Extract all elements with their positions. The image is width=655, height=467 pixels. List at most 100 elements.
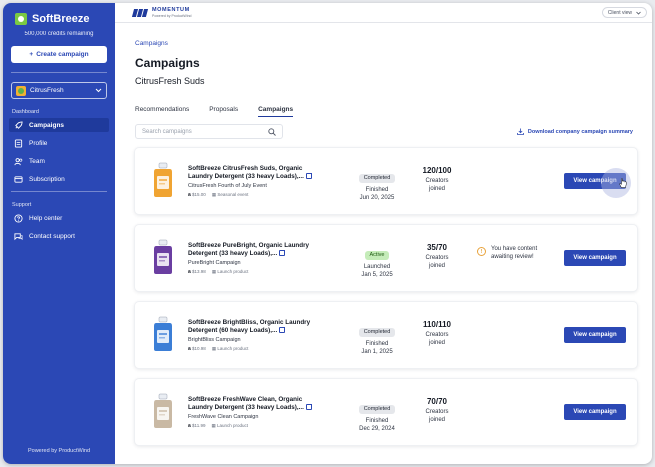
- creators-label: Creators joined: [425, 178, 449, 192]
- external-link-icon[interactable]: [279, 250, 286, 257]
- campaign-type: Launch product: [217, 269, 249, 275]
- campaign-type: Launch product: [217, 346, 249, 352]
- brand-thumbnail: [16, 85, 26, 96]
- campaign-card: SoftBreeze CitrusFresh Suds, Organic Lau…: [135, 148, 637, 214]
- campaign-status: Completed Finished Jun 20, 2025: [352, 166, 402, 203]
- product-name-text: SoftBreeze FreshWave Clean, Organic Laun…: [188, 396, 304, 412]
- tab-campaigns[interactable]: Campaigns: [258, 106, 294, 117]
- creators-label: Creators joined: [425, 332, 449, 346]
- sidebar-item-help-center[interactable]: Help center: [9, 211, 109, 225]
- page-content: Campaigns Campaigns CitrusFresh Suds Rec…: [115, 40, 652, 445]
- status-badge: Completed: [358, 404, 396, 414]
- status-date: Finished Jan 1, 2025: [352, 341, 402, 357]
- warning-icon: !: [477, 247, 486, 256]
- momentum-logo[interactable]: MOMENTUM Powered by ProductWind: [131, 7, 192, 18]
- sidebar-item-label: Profile: [29, 139, 48, 147]
- download-summary-link[interactable]: Download company campaign summary: [516, 128, 633, 135]
- chat-icon: [14, 232, 23, 240]
- campaign-status: Active Launched Jan 5, 2025: [352, 243, 402, 280]
- breadcrumb[interactable]: Campaigns: [135, 40, 637, 47]
- sidebar-divider: [11, 72, 107, 73]
- view-campaign-button[interactable]: View campaign: [564, 404, 626, 420]
- campaign-status: Completed Finished Jan 1, 2025: [352, 320, 402, 357]
- card-icon: [14, 175, 23, 183]
- plus-icon: +: [29, 51, 34, 58]
- tab-proposals[interactable]: Proposals: [209, 106, 238, 117]
- team-icon: [14, 157, 23, 165]
- creators-ratio: 35/70: [426, 243, 448, 252]
- product-name[interactable]: SoftBreeze BrightBliss, Organic Laundry …: [188, 319, 318, 335]
- status-badge: Completed: [358, 173, 396, 183]
- brand-logo-icon: [15, 13, 27, 25]
- search-input[interactable]: Search campaigns: [135, 124, 283, 139]
- product-price: $11.99: [192, 423, 206, 429]
- review-notice-text: You have content awaiting review!: [491, 246, 538, 260]
- campaign-list: SoftBreeze CitrusFresh Suds, Organic Lau…: [135, 148, 637, 445]
- campaign-card: SoftBreeze BrightBliss, Organic Laundry …: [135, 302, 637, 368]
- amazon-icon: a: [188, 192, 191, 199]
- status-date: Launched Jan 5, 2025: [352, 264, 402, 280]
- amazon-icon: a: [188, 346, 191, 353]
- product-info: SoftBreeze PureBright, Organic Laundry D…: [188, 242, 318, 275]
- sidebar-item-profile[interactable]: Profile: [9, 136, 109, 150]
- campaign-type-icon: ▦: [211, 269, 217, 275]
- logo-name: MOMENTUM: [152, 7, 190, 13]
- product-meta: a $11.99 ▦ Launch product: [188, 423, 318, 429]
- sidebar-item-subscription[interactable]: Subscription: [9, 172, 109, 186]
- powered-by: Powered by ProductWind: [27, 448, 91, 454]
- brand-selector[interactable]: CitrusFresh: [11, 82, 107, 99]
- create-campaign-label: Create campaign: [36, 51, 89, 58]
- creators-count: 70/70 Creators joined: [420, 397, 454, 425]
- product-meta: a $13.98 ▦ Launch product: [188, 269, 318, 275]
- campaign-name: CitrusFresh Fourth of July Event: [188, 183, 267, 190]
- review-notice: ! You have content awaiting review!: [477, 246, 551, 262]
- creators-ratio: 110/110: [422, 320, 452, 329]
- sidebar-item-label: Campaigns: [29, 121, 65, 129]
- product-image: [154, 162, 172, 197]
- sidebar-item-campaigns[interactable]: Campaigns: [9, 118, 109, 132]
- product-meta: a $10.98 ▦ Launch product: [188, 346, 318, 352]
- creators-ratio: 120/100: [422, 166, 452, 175]
- brand-title: CitrusFresh Suds: [135, 76, 205, 86]
- product-info: SoftBreeze CitrusFresh Suds, Organic Lau…: [188, 165, 318, 198]
- campaign-type-icon: ▦: [211, 192, 217, 198]
- topbar: MOMENTUM Powered by ProductWind Client v…: [115, 3, 652, 23]
- tabs: Recommendations Proposals Campaigns: [135, 106, 637, 117]
- product-image: [154, 239, 172, 274]
- rocket-icon: [15, 120, 23, 129]
- product-image: [154, 316, 172, 351]
- product-name[interactable]: SoftBreeze CitrusFresh Suds, Organic Lau…: [188, 165, 318, 181]
- product-name[interactable]: SoftBreeze PureBright, Organic Laundry D…: [188, 242, 318, 258]
- create-campaign-button[interactable]: + Create campaign: [11, 46, 107, 63]
- chevron-down-icon: [636, 11, 641, 15]
- chevron-down-icon: [95, 88, 102, 93]
- product-name[interactable]: SoftBreeze FreshWave Clean, Organic Laun…: [188, 396, 318, 412]
- sidebar-nav: Campaigns Profile Team Subscription: [9, 118, 109, 186]
- sidebar-item-label: Subscription: [29, 175, 65, 183]
- product-name-text: SoftBreeze PureBright, Organic Laundry D…: [188, 242, 310, 258]
- status-date-value: Dec 29, 2024: [359, 425, 395, 432]
- external-link-icon[interactable]: [305, 173, 312, 180]
- client-view-dropdown[interactable]: Client view: [601, 7, 647, 18]
- sidebar-item-label: Contact support: [29, 232, 75, 240]
- status-badge: Completed: [358, 327, 396, 337]
- section-dashboard: Dashboard: [12, 109, 39, 115]
- search-placeholder: Search campaigns: [142, 128, 192, 135]
- tab-recommendations[interactable]: Recommendations: [135, 106, 189, 117]
- sidebar-item-contact-support[interactable]: Contact support: [9, 229, 109, 243]
- campaign-type-icon: ▦: [211, 346, 217, 352]
- view-campaign-button[interactable]: View campaign: [564, 327, 626, 343]
- external-link-icon[interactable]: [279, 327, 286, 334]
- external-link-icon[interactable]: [305, 404, 312, 411]
- campaign-card: SoftBreeze FreshWave Clean, Organic Laun…: [135, 379, 637, 445]
- status-date: Finished Dec 29, 2024: [352, 418, 402, 434]
- view-campaign-button[interactable]: View campaign: [564, 250, 626, 266]
- support-nav: Help center Contact support: [9, 211, 109, 243]
- creators-ratio: 70/70: [426, 397, 448, 406]
- product-info: SoftBreeze FreshWave Clean, Organic Laun…: [188, 396, 318, 429]
- sidebar-item-team[interactable]: Team: [9, 154, 109, 168]
- status-text: Finished: [365, 187, 389, 193]
- sidebar-divider: [11, 191, 107, 192]
- main-content: MOMENTUM Powered by ProductWind Client v…: [115, 3, 652, 464]
- status-date-value: Jan 1, 2025: [361, 348, 393, 355]
